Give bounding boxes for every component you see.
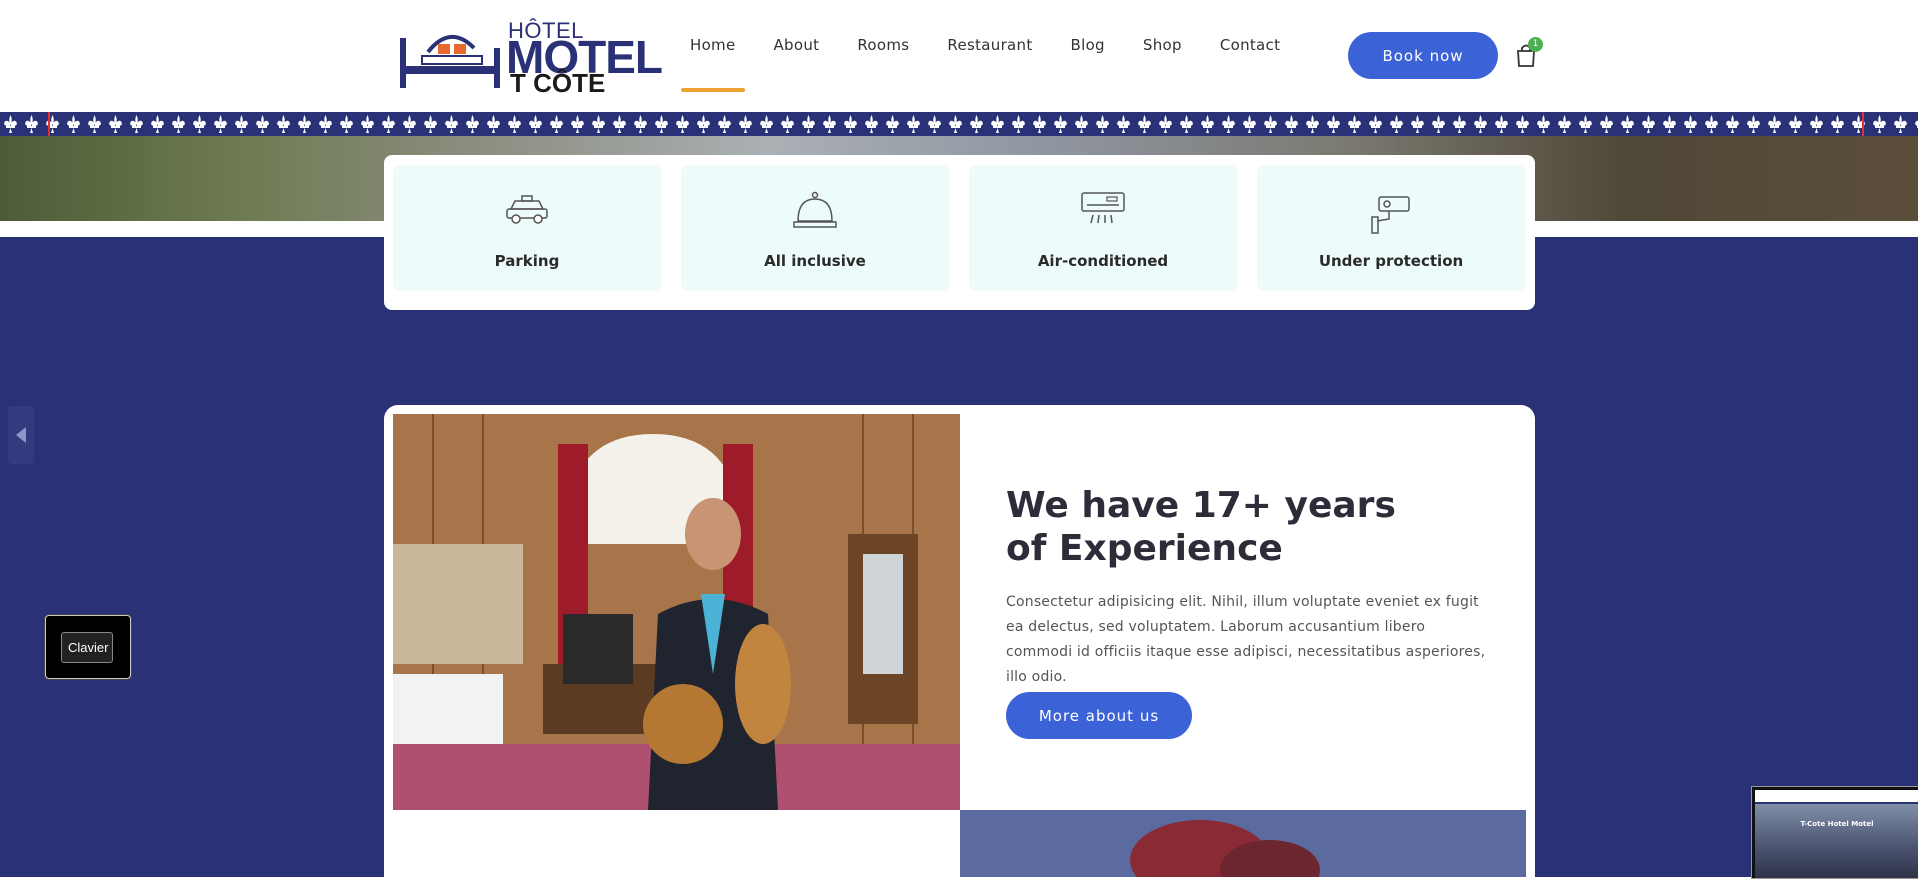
nav-home[interactable]: Home (681, 36, 744, 92)
hotel-exterior-photo (960, 810, 1526, 877)
nav-shop[interactable]: Shop (1143, 36, 1182, 76)
feature-under-protection: Under protection (1257, 165, 1525, 291)
keyboard-button[interactable]: Clavier (61, 632, 113, 663)
cart-count-badge: 1 (1528, 37, 1543, 52)
experience-title-line2: of Experience (1006, 528, 1283, 569)
feature-all-inclusive: All inclusive (681, 165, 949, 291)
more-about-us-button[interactable]: More about us (1006, 692, 1192, 739)
site-header: HÔTEL MOTEL T CÔTE Home About Rooms Rest… (0, 0, 1918, 112)
feature-under-protection-label: Under protection (1318, 252, 1464, 270)
bed-logo-icon (400, 35, 500, 88)
keyboard-widget: Clavier (45, 615, 131, 679)
preview-header (1755, 790, 1918, 804)
site-logo[interactable]: HÔTEL MOTEL T CÔTE (398, 18, 663, 98)
preview-hero (1755, 804, 1918, 878)
caret-left-icon (16, 427, 26, 443)
feature-all-inclusive-label: All inclusive (764, 252, 866, 270)
fleur-de-lis-band (0, 112, 1918, 136)
nav-contact[interactable]: Contact (1220, 36, 1280, 76)
air-conditioner-icon (1081, 192, 1125, 224)
logo-tcote-text: T CÔTE (510, 68, 606, 98)
feature-air-conditioned: Air-conditioned (969, 165, 1237, 291)
experience-title-line1: We have 17+ years (1006, 485, 1396, 526)
feature-parking-label: Parking (494, 252, 560, 270)
side-panel-toggle[interactable] (8, 406, 34, 464)
security-camera-icon (1371, 196, 1410, 234)
main-nav: Home About Rooms Restaurant Blog Shop Co… (681, 36, 1318, 92)
features-panel: Parking All inclusive Air-conditioned Un… (384, 155, 1535, 310)
experience-text: Consectetur adipisicing elit. Nihil, ill… (1006, 594, 1486, 685)
experience-title: We have 17+ years of Experience (1006, 484, 1486, 570)
feature-air-conditioned-label: Air-conditioned (1037, 252, 1169, 270)
feature-parking: Parking (393, 165, 661, 291)
preview-title: T-Cote Hotel Motel (1800, 820, 1874, 828)
nav-restaurant[interactable]: Restaurant (947, 36, 1032, 76)
book-now-button[interactable]: Book now (1348, 32, 1498, 79)
nav-about[interactable]: About (774, 36, 820, 76)
page-preview-thumbnail[interactable]: T-Cote Hotel Motel (1751, 786, 1918, 879)
nav-blog[interactable]: Blog (1071, 36, 1105, 76)
nav-rooms[interactable]: Rooms (857, 36, 909, 76)
owner-photo (393, 414, 960, 810)
service-bell-icon (793, 191, 837, 228)
car-icon (506, 195, 548, 224)
